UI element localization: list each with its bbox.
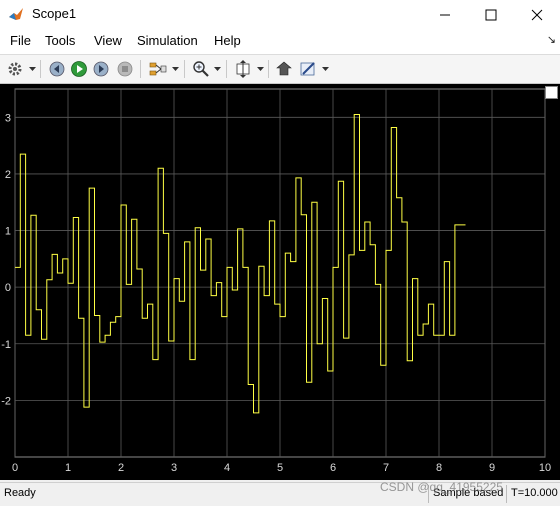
x-tick-label: 0	[12, 462, 18, 474]
close-button[interactable]	[514, 0, 560, 29]
x-tick-label: 7	[383, 462, 389, 474]
run-icon[interactable]	[68, 58, 90, 80]
style-caret[interactable]	[321, 64, 329, 74]
toolbar-separator	[140, 60, 141, 78]
toolbar-separator	[268, 60, 269, 78]
x-tick-label: 8	[436, 462, 442, 474]
status-divider	[506, 485, 507, 503]
settings-dropdown-caret[interactable]	[28, 64, 36, 74]
y-tick-label: 2	[5, 169, 11, 181]
y-tick-label: -2	[1, 395, 11, 407]
y-tick-label: -1	[1, 339, 11, 351]
y-tick-label: 3	[5, 112, 11, 124]
menu-bar: File Tools View Simulation Help ↘	[0, 29, 560, 55]
scale-axes-caret[interactable]	[256, 64, 264, 74]
scale-axes-icon[interactable]	[232, 58, 254, 80]
status-time: T=10.000	[511, 487, 558, 499]
x-tick-label: 1	[65, 462, 71, 474]
matlab-logo-icon	[8, 6, 24, 22]
undock-icon[interactable]: ↘	[547, 33, 556, 46]
plot-svg: 0 1 2 3 4 5 6 7 8 9 10 -2 -1 0 1 2 3	[1, 88, 551, 474]
watermark: CSDN @qq_41955225	[380, 480, 503, 494]
signal-selector-icon[interactable]	[147, 58, 169, 80]
x-tick-label: 9	[489, 462, 495, 474]
stop-icon[interactable]	[114, 58, 136, 80]
window-title: Scope1	[32, 6, 77, 21]
gear-icon[interactable]	[4, 58, 26, 80]
toolbar-separator	[226, 60, 227, 78]
signal-selector-caret[interactable]	[171, 64, 179, 74]
x-tick-label: 4	[224, 462, 230, 474]
x-tick-label: 10	[539, 462, 551, 474]
maximize-button[interactable]	[468, 0, 514, 29]
menu-view[interactable]: View	[94, 33, 122, 48]
menu-tools[interactable]: Tools	[45, 33, 75, 48]
maximize-axes-button[interactable]	[545, 86, 558, 99]
style-icon[interactable]	[297, 58, 319, 80]
menu-file[interactable]: File	[10, 33, 31, 48]
menu-help[interactable]: Help	[214, 33, 241, 48]
minimize-button[interactable]	[422, 0, 468, 29]
toolbar-separator	[184, 60, 185, 78]
toolbar-separator	[40, 60, 41, 78]
x-tick-label: 6	[330, 462, 336, 474]
step-forward-icon[interactable]	[90, 58, 112, 80]
status-ready: Ready	[4, 487, 36, 499]
highlight-simulink-block-icon[interactable]	[274, 58, 296, 80]
title-bar: Scope1	[0, 0, 560, 29]
step-back-icon[interactable]	[46, 58, 68, 80]
zoom-caret[interactable]	[213, 64, 221, 74]
scope-display: 0 1 2 3 4 5 6 7 8 9 10 -2 -1 0 1 2 3	[0, 84, 560, 480]
y-tick-label: 0	[5, 282, 11, 294]
y-tick-label: 1	[5, 226, 11, 238]
zoom-icon[interactable]	[190, 58, 212, 80]
toolbar	[0, 55, 560, 84]
x-tick-label: 5	[277, 462, 283, 474]
x-tick-label: 2	[118, 462, 124, 474]
x-tick-label: 3	[171, 462, 177, 474]
menu-simulation[interactable]: Simulation	[137, 33, 198, 48]
